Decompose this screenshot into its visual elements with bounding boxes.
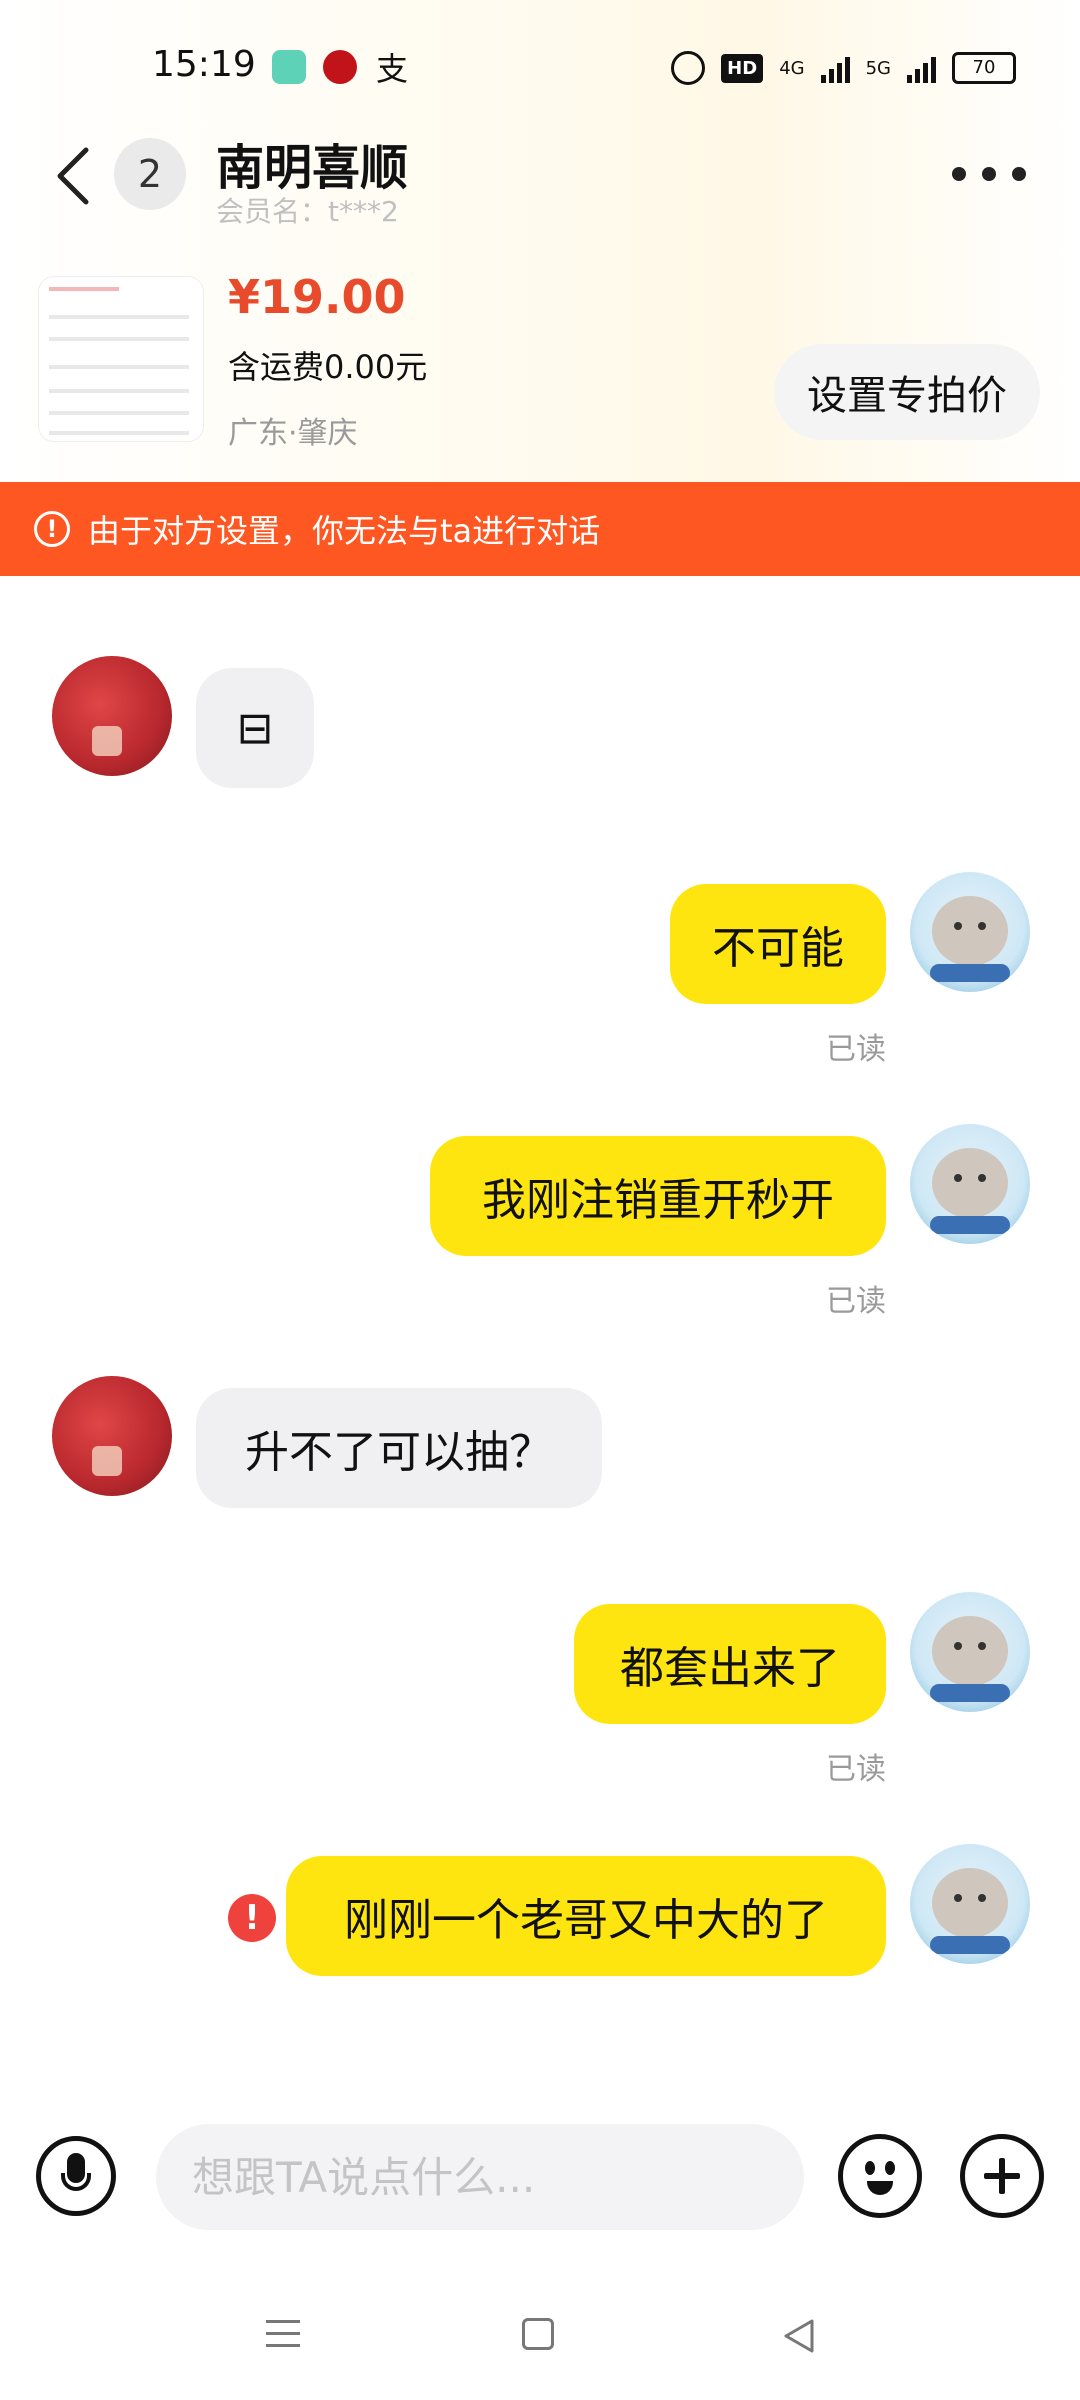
read-status: 已读 — [826, 1752, 886, 1787]
emoji-eye — [865, 2161, 875, 2175]
app-notification-icon — [272, 50, 306, 84]
product-price: ¥19.00 — [228, 270, 406, 324]
read-status: 已读 — [826, 1032, 886, 1067]
network-4g-label: 4G — [779, 57, 805, 79]
product-thumbnail[interactable] — [38, 276, 204, 442]
back-button[interactable] — [52, 146, 96, 206]
more-actions-button[interactable] — [960, 2134, 1044, 2218]
send-failed-icon[interactable]: ! — [228, 1894, 276, 1942]
message-bubble-outgoing[interactable]: 刚刚一个老哥又中大的了 — [286, 1856, 886, 1976]
seller-avatar[interactable] — [52, 1376, 172, 1496]
warning-circle-icon: ! — [34, 511, 70, 547]
warning-text: 由于对方设置，你无法与ta进行对话 — [88, 512, 601, 550]
emoji-mouth — [867, 2181, 893, 2195]
triangle-back-icon — [784, 2319, 814, 2353]
message-bubble-incoming[interactable]: ⊟ — [196, 668, 314, 788]
more-dot — [982, 167, 996, 181]
chevron-left-icon — [57, 147, 89, 205]
product-shipping: 含运费0.00元 — [228, 348, 428, 386]
emoji-eye — [885, 2161, 895, 2175]
message-bubble-incoming[interactable]: 升不了可以抽？ — [196, 1388, 602, 1508]
member-name: 会员名：t***2 — [216, 195, 399, 228]
hd-icon: HD — [721, 53, 764, 83]
seller-avatar[interactable] — [52, 656, 172, 776]
message-input[interactable] — [156, 2124, 804, 2230]
product-location: 广东·肇庆 — [228, 416, 358, 451]
read-status: 已读 — [826, 1284, 886, 1319]
user-avatar[interactable] — [910, 1592, 1030, 1712]
chat-screen: 15:19 支 HD 4G 5G 70 2 南明喜顺 会员名：t***2 ¥19… — [0, 0, 1080, 2400]
status-indicators: HD 4G 5G 70 — [671, 48, 1016, 88]
status-time: 15:19 — [152, 44, 256, 85]
chat-restricted-banner: ! 由于对方设置，你无法与ta进行对话 — [0, 482, 1080, 576]
signal-icon — [820, 53, 850, 83]
set-special-price-button[interactable]: 设置专拍价 — [774, 344, 1040, 440]
more-options-button[interactable] — [952, 160, 1026, 188]
more-dot — [952, 167, 966, 181]
microphone-base — [61, 2173, 91, 2191]
status-bar: 15:19 支 HD 4G 5G 70 — [0, 0, 1080, 136]
alarm-icon — [671, 51, 706, 85]
network-5g-label: 5G — [865, 57, 891, 79]
emoji-button[interactable] — [838, 2134, 922, 2218]
user-avatar[interactable] — [910, 872, 1030, 992]
message-bubble-outgoing[interactable]: 不可能 — [670, 884, 886, 1004]
home-button[interactable] — [522, 2318, 554, 2350]
bank-app-icon — [323, 50, 357, 84]
user-avatar[interactable] — [910, 1124, 1030, 1244]
user-avatar[interactable] — [910, 1844, 1030, 1964]
system-navigation-bar — [0, 2290, 1080, 2400]
message-bubble-outgoing[interactable]: 都套出来了 — [574, 1604, 886, 1724]
shop-name[interactable]: 南明喜顺 — [216, 128, 408, 198]
unread-count-badge[interactable]: 2 — [114, 138, 186, 210]
alipay-icon: 支 — [376, 50, 409, 88]
voice-input-button[interactable] — [36, 2136, 116, 2216]
recent-apps-button[interactable] — [266, 2320, 300, 2350]
signal-icon-2 — [907, 53, 936, 83]
message-bubble-outgoing[interactable]: 我刚注销重开秒开 — [430, 1136, 886, 1256]
system-back-button[interactable] — [782, 2318, 816, 2354]
battery-icon: 70 — [952, 52, 1016, 84]
more-dot — [1012, 167, 1026, 181]
